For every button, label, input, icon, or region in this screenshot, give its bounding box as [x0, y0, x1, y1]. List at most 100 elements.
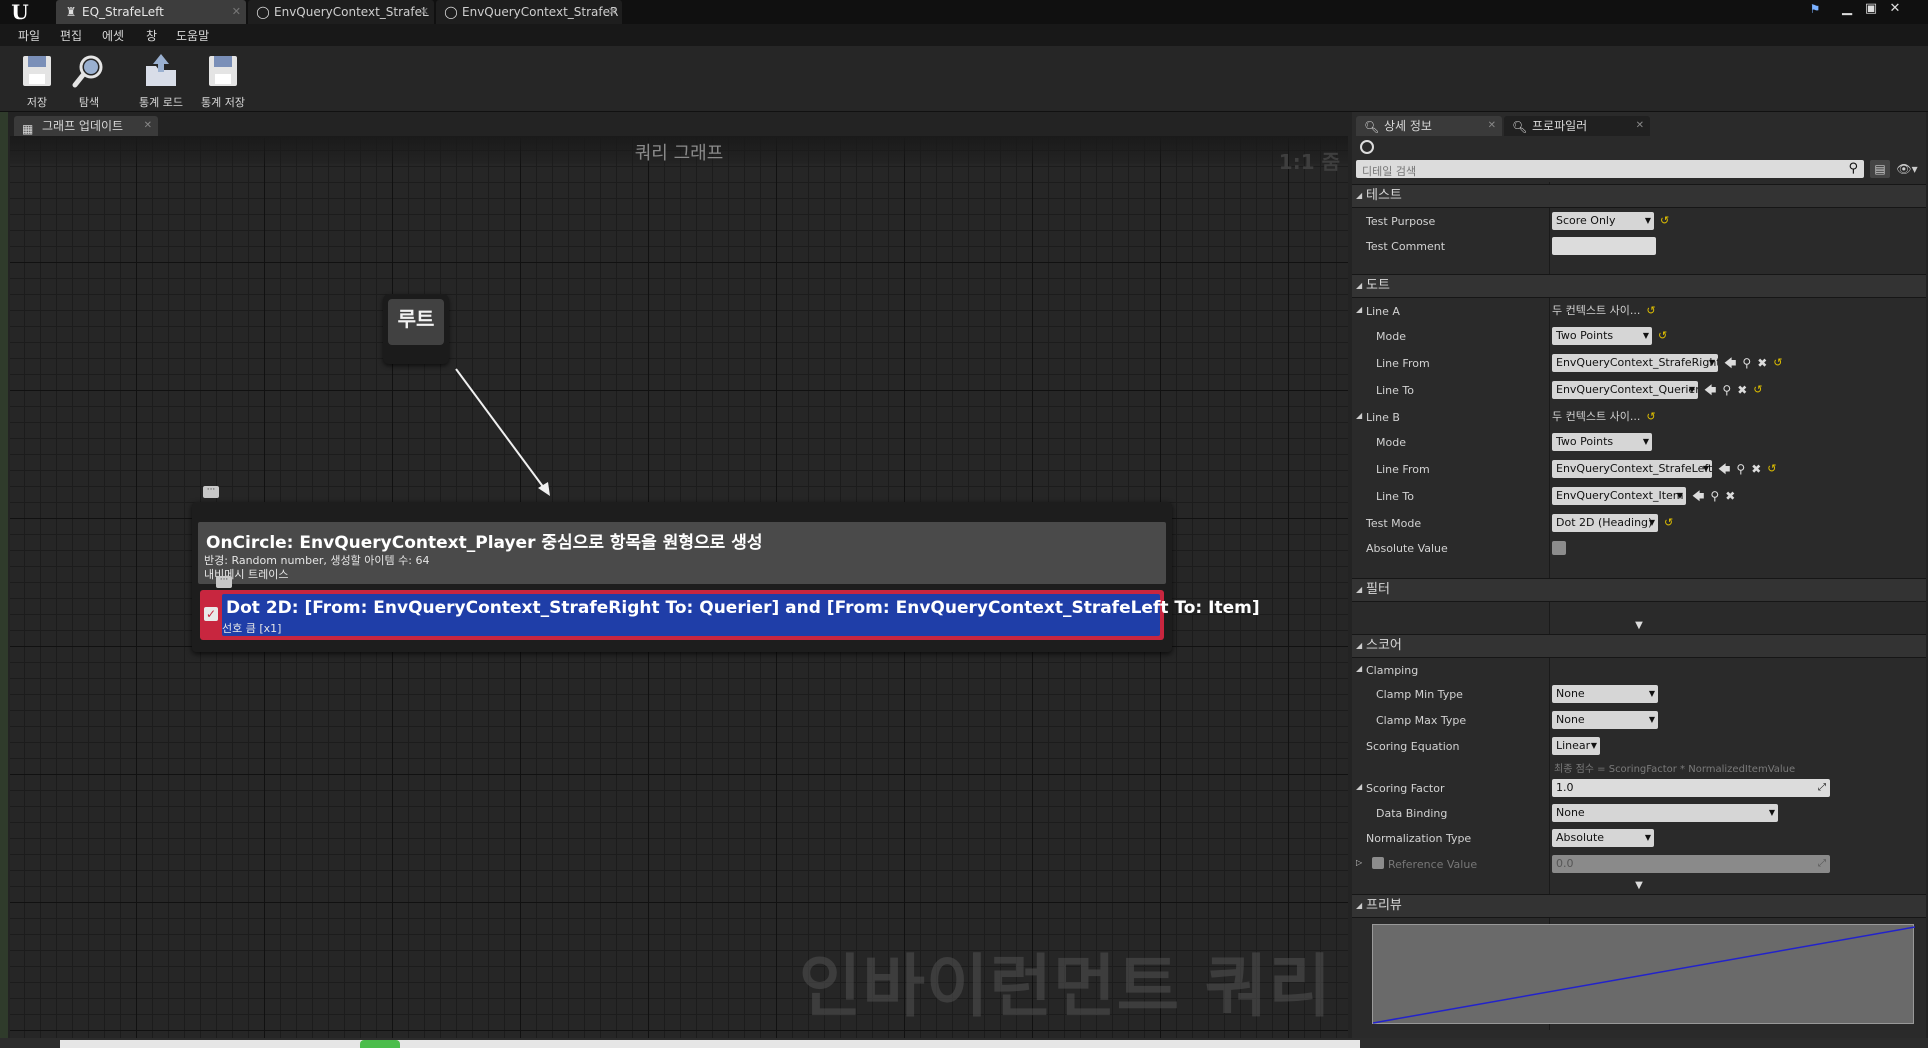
- section-filter[interactable]: 필터: [1352, 578, 1926, 602]
- test-comment-input[interactable]: [1552, 237, 1656, 255]
- section-score[interactable]: 스코어: [1352, 634, 1926, 658]
- dot-test-node[interactable]: ✓ Dot 2D: [From: EnvQueryContext_StrafeR…: [200, 590, 1260, 640]
- generator-node[interactable]: OnCircle: EnvQueryContext_Player 중심으로 항목…: [192, 502, 1260, 652]
- reference-value-input[interactable]: 0.0 ⤢: [1552, 855, 1830, 873]
- clamp-min-combo[interactable]: None: [1552, 685, 1658, 703]
- save-label: 저장: [26, 96, 48, 109]
- tab-details[interactable]: 🔍︎ 상세 정보 ✕: [1356, 116, 1502, 136]
- show-advanced-arrow-icon[interactable]: ▼: [1352, 620, 1926, 632]
- close-icon[interactable]: ✕: [1488, 116, 1496, 136]
- expand-icon[interactable]: ◢: [1356, 305, 1362, 314]
- normalization-type-combo[interactable]: Absolute: [1552, 829, 1654, 847]
- prop-clamping: ◢ Clamping: [1352, 660, 1926, 682]
- close-icon[interactable]: ✕: [420, 0, 429, 24]
- reset-to-default-icon[interactable]: ↺: [1773, 354, 1782, 372]
- close-icon[interactable]: ✕: [608, 0, 617, 24]
- reset-to-default-icon[interactable]: ↺: [1660, 212, 1669, 230]
- comment-bubble-icon[interactable]: ···: [203, 486, 219, 498]
- absolute-value-checkbox[interactable]: [1552, 541, 1566, 555]
- save-stats-button[interactable]: 통계 저장: [196, 50, 250, 110]
- test-enabled-checkbox[interactable]: ✓: [204, 607, 218, 621]
- menu-window[interactable]: 창: [146, 27, 157, 44]
- clear-x-icon[interactable]: ✖: [1751, 460, 1761, 478]
- line-a-summary: 두 컨텍스트 사이...: [1552, 304, 1641, 317]
- reset-to-default-icon[interactable]: ↺: [1658, 327, 1667, 345]
- view-options-grid-icon[interactable]: ▤: [1870, 160, 1890, 178]
- details-search-input[interactable]: [1356, 162, 1836, 181]
- line-b-from-combo[interactable]: EnvQueryContext_StrafeLeft: [1552, 460, 1712, 478]
- line-b-mode-combo[interactable]: Two Points: [1552, 433, 1652, 451]
- menu-file[interactable]: 파일: [18, 27, 40, 44]
- taskbar-green-icon: [360, 1040, 400, 1048]
- browse-magnifier-icon[interactable]: ⚲: [1736, 460, 1745, 478]
- expand-icon[interactable]: ◢: [1356, 411, 1362, 420]
- menu-edit[interactable]: 편집: [60, 27, 82, 44]
- use-selected-arrow-icon[interactable]: 🡄: [1704, 381, 1716, 399]
- prop-line-b-from: Line From EnvQueryContext_StrafeLeft 🡄 ⚲ ✖ ↺: [1352, 459, 1926, 481]
- browse-magnifier-icon[interactable]: ⚲: [1742, 354, 1751, 372]
- line-a-to-combo[interactable]: EnvQueryContext_Querier: [1552, 381, 1698, 399]
- line-b-to-combo[interactable]: EnvQueryContext_Item: [1552, 487, 1686, 505]
- section-preview[interactable]: 프리뷰: [1352, 894, 1926, 918]
- prop-line-a-to: Line To EnvQueryContext_Querier 🡄 ⚲ ✖ ↺: [1352, 380, 1926, 402]
- reset-to-default-icon[interactable]: ↺: [1646, 302, 1655, 320]
- expand-icon[interactable]: ◢: [1356, 664, 1362, 673]
- line-a-mode-combo[interactable]: Two Points: [1552, 327, 1652, 345]
- reset-to-default-icon[interactable]: ↺: [1646, 408, 1655, 426]
- use-selected-arrow-icon[interactable]: 🡄: [1724, 354, 1736, 372]
- menu-asset[interactable]: 에셋: [102, 27, 124, 44]
- clear-x-icon[interactable]: ✖: [1737, 381, 1747, 399]
- graph-tab-label: 그래프 업데이트: [42, 119, 124, 133]
- use-selected-arrow-icon[interactable]: 🡄: [1718, 460, 1730, 478]
- section-dot[interactable]: 도트: [1352, 274, 1926, 298]
- details-search-box[interactable]: ⚲: [1356, 160, 1864, 181]
- collapsed-expand-icon[interactable]: ▷: [1356, 858, 1362, 867]
- reset-to-default-icon[interactable]: ↺: [1753, 381, 1762, 399]
- show-advanced-arrow-icon[interactable]: ▼: [1352, 880, 1926, 892]
- tab-profiler[interactable]: 🔍︎ 프로파일러 ✕: [1504, 116, 1650, 136]
- menu-help[interactable]: 도움말: [176, 27, 209, 44]
- test-mode-combo[interactable]: Dot 2D (Heading): [1552, 514, 1658, 532]
- clear-x-icon[interactable]: ✖: [1725, 487, 1735, 505]
- prop-label: Mode: [1376, 330, 1406, 343]
- reset-to-default-icon[interactable]: ↺: [1664, 514, 1673, 532]
- save-button[interactable]: 저장: [10, 50, 64, 110]
- close-icon[interactable]: ✕: [1636, 116, 1644, 136]
- notification-icon[interactable]: ⚑: [1804, 0, 1826, 20]
- load-stats-button[interactable]: 통계 로드: [134, 50, 188, 110]
- minimize-button[interactable]: ▁: [1836, 0, 1858, 20]
- scoring-factor-input[interactable]: 1.0 ⤢: [1552, 779, 1830, 797]
- prop-line-b-to: Line To EnvQueryContext_Item 🡄 ⚲ ✖: [1352, 486, 1926, 508]
- visibility-eye-icon[interactable]: 👁︎▾: [1892, 160, 1922, 178]
- maximize-button[interactable]: ▣: [1860, 0, 1882, 20]
- section-test[interactable]: 테스트: [1352, 184, 1926, 208]
- tab-graph-update[interactable]: ▦ 그래프 업데이트 ✕: [14, 116, 158, 136]
- browse-magnifier-icon[interactable]: ⚲: [1722, 381, 1731, 399]
- doc-tab-eq-strafeleft[interactable]: ♜ EQ_StrafeLeft ✕: [56, 0, 246, 24]
- clear-x-icon[interactable]: ✖: [1757, 354, 1767, 372]
- data-binding-combo[interactable]: None: [1552, 804, 1778, 822]
- prop-label: Absolute Value: [1366, 542, 1448, 555]
- browse-magnifier-icon[interactable]: ⚲: [1710, 487, 1719, 505]
- close-window-button[interactable]: ✕: [1884, 0, 1906, 20]
- test-purpose-combo[interactable]: Score Only: [1552, 212, 1654, 230]
- scoring-equation-combo[interactable]: Linear: [1552, 737, 1600, 755]
- comment-bubble-icon[interactable]: ···: [216, 576, 232, 588]
- reference-value-override-checkbox[interactable]: [1372, 857, 1384, 869]
- query-editor-window: U ♜ EQ_StrafeLeft ✕ ◯ EnvQueryContext_St…: [0, 0, 1928, 1048]
- query-graph-canvas[interactable]: 쿼리 그래프 1:1 줌 루트 ··· OnCircle: EnvQueryCo…: [10, 136, 1348, 1038]
- clamp-max-combo[interactable]: None: [1552, 711, 1658, 729]
- prop-clamp-max: Clamp Max Type None: [1352, 710, 1926, 732]
- expand-arrows-icon[interactable]: ⤢: [1818, 855, 1826, 873]
- close-icon[interactable]: ✕: [144, 116, 152, 136]
- use-selected-arrow-icon[interactable]: 🡄: [1692, 487, 1704, 505]
- section-filter-label: 필터: [1366, 582, 1390, 597]
- close-icon[interactable]: ✕: [232, 0, 241, 24]
- expand-icon[interactable]: ◢: [1356, 782, 1362, 791]
- reset-to-default-icon[interactable]: ↺: [1767, 460, 1776, 478]
- browse-button[interactable]: 탐색: [62, 50, 116, 110]
- line-a-from-combo[interactable]: EnvQueryContext_StrafeRight: [1552, 354, 1718, 372]
- doc-tab-context-strafel[interactable]: ◯ EnvQueryContext_StrafeL ✕: [248, 0, 434, 24]
- doc-tab-context-strafer[interactable]: ◯ EnvQueryContext_StrafeR ✕: [436, 0, 622, 24]
- expand-arrows-icon[interactable]: ⤢: [1818, 779, 1826, 797]
